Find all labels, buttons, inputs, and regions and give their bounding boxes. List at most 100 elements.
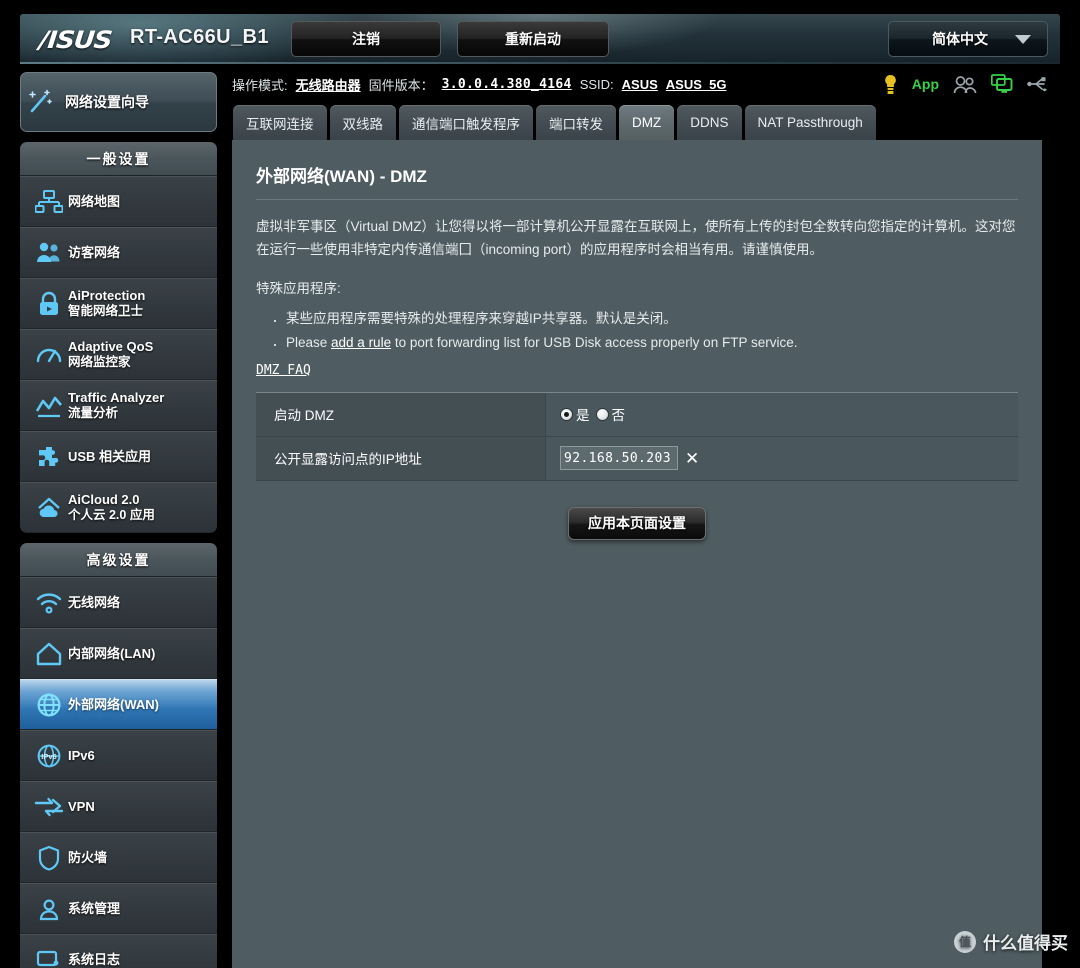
lightbulb-icon[interactable] [883,74,898,95]
vpn-icon [30,794,68,820]
note-text-before: Please [286,334,332,350]
sidebar-item-lan[interactable]: 内部网络(LAN) [20,628,217,679]
devices-icon[interactable] [991,74,1013,94]
sidebar-item-label-sub: 流量分析 [68,405,119,420]
sidebar-item-ipv6[interactable]: IPv6 IPv6 [20,730,217,781]
app-label-icon[interactable]: App [912,76,939,92]
clear-x-icon[interactable]: ✕ [685,450,699,467]
sidebar-item-firewall[interactable]: 防火墙 [20,832,217,883]
network-setup-wizard-button[interactable]: 网络设置向导 [20,72,217,132]
sidebar-item-label: 无线网络 [68,594,121,610]
radio-yes-label: 是 [576,408,590,424]
radio-no-icon[interactable] [595,407,609,421]
enable-dmz-radio-no[interactable]: 否 [595,404,626,424]
gauge-icon [30,342,68,368]
sidebar-item-label: 网络地图 [68,193,121,209]
router-model-name: RT-AC66U_B1 [130,26,269,48]
sidebar-item-label: 内部网络(LAN) [68,645,156,661]
watermark: 值 什么值得买 [954,929,1068,954]
enable-dmz-value: 是 否 [546,392,1018,436]
add-a-rule-link[interactable]: add a rule [331,335,391,350]
ipv6-globe-icon: IPv6 [30,743,68,769]
home-icon [30,641,68,667]
magic-wand-icon [21,87,59,117]
sidebar-item-system-log[interactable]: 系统日志 [20,934,217,968]
ssid-2g-value[interactable]: ASUS [622,77,658,92]
dmz-settings-panel: 外部网络(WAN) - DMZ 虚拟非军事区（Virtual DMZ）让您得以将… [232,140,1042,968]
tab-dual-wan[interactable]: 双线路 [329,105,396,140]
sidebar-item-label: AiProtection 智能网络卫士 [68,288,145,318]
svg-text:IPv6: IPv6 [41,752,56,761]
sidebar-item-label-main: Traffic Analyzer [68,390,165,406]
tab-port-trigger[interactable]: 通信端口触发程序 [399,105,533,140]
sidebar-item-label-main: AiProtection [68,288,146,304]
language-selector[interactable]: 简体中文 [888,21,1048,57]
special-applications-heading: 特殊应用程序: [256,281,341,297]
table-row: 启动 DMZ 是 否 [256,392,1018,437]
tab-internet-connection[interactable]: 互联网连接 [233,105,327,140]
chevron-down-icon [1015,34,1031,44]
sidebar-item-label: 外部网络(WAN) [68,696,159,712]
reboot-button[interactable]: 重新启动 [457,21,609,57]
radio-no-label: 否 [611,408,626,424]
list-item: Please add a rule to port forwarding lis… [270,329,1018,360]
watermark-badge: 值 [954,930,976,953]
sidebar-item-label: 访客网络 [68,244,121,260]
network-map-icon [30,189,68,215]
usb-icon[interactable] [1027,76,1050,92]
sidebar-item-label: 系统日志 [68,951,121,967]
sidebar-item-wireless[interactable]: 无线网络 [20,577,217,628]
tab-nat-passthrough[interactable]: NAT Passthrough [744,105,876,140]
logout-button[interactable]: 注销 [291,21,441,57]
sidebar-item-aiprotection[interactable]: AiProtection 智能网络卫士 [20,278,217,329]
radio-yes-icon[interactable] [560,407,573,421]
enable-dmz-radio-yes[interactable]: 是 [560,404,590,424]
sidebar-item-label-main: Adaptive QoS [68,339,154,355]
wifi-icon [30,591,68,615]
firmware-version-value[interactable]: 3.0.0.4.380_4164 [442,77,572,92]
sidebar: 网络设置向导 一般设置 网络地图 访客网络 AiProtection 智能网络卫… [20,72,217,968]
sidebar-item-label: AiCloud 2.0 个人云 2.0 应用 [68,492,155,522]
exposed-ip-input[interactable] [560,446,678,471]
ssid-5g-value[interactable]: ASUS_5G [666,77,727,92]
dmz-form-table: 启动 DMZ 是 否 公开显露访问点的IP地址 92.168.50.203 ✕ [256,391,1018,481]
puzzle-icon [30,444,68,470]
dmz-faq-link[interactable]: DMZ FAQ [256,363,311,378]
tab-port-forwarding[interactable]: 端口转发 [536,105,616,140]
status-infobar: 操作模式: 无线路由器 固件版本： 3.0.0.4.380_4164 SSID:… [232,64,1060,104]
enable-dmz-label: 启动 DMZ [256,392,546,436]
apply-settings-button[interactable]: 应用本页面设置 [568,506,706,540]
globe-icon [30,692,68,718]
sidebar-item-vpn[interactable]: VPN [20,781,217,832]
cloud-icon [30,495,68,521]
menu-group-advanced: 高级设置 无线网络 内部网络(LAN) 外部网络(WAN) IPv6 IPv6 … [20,543,217,968]
clients-icon[interactable] [953,75,977,94]
sidebar-item-label-sub: 网络监控家 [68,354,131,369]
lock-icon [30,291,68,317]
sidebar-item-aicloud[interactable]: AiCloud 2.0 个人云 2.0 应用 [20,482,217,533]
note-text-after: to port forwarding list for USB Disk acc… [391,334,798,350]
operation-mode-value[interactable]: 无线路由器 [296,75,361,94]
sidebar-item-traffic-analyzer[interactable]: Traffic Analyzer 流量分析 [20,380,217,431]
sidebar-item-label-main: AiCloud 2.0 [68,492,140,508]
sidebar-item-label: 防火墙 [68,849,108,865]
tab-dmz[interactable]: DMZ [619,105,675,140]
sidebar-item-guest-network[interactable]: 访客网络 [20,227,217,278]
sidebar-item-label: VPN [68,798,95,814]
sidebar-item-administration[interactable]: 系统管理 [20,883,217,934]
menu-group-advanced-title: 高级设置 [20,543,217,577]
sidebar-item-network-map[interactable]: 网络地图 [20,176,217,227]
sidebar-item-usb-application[interactable]: USB 相关应用 [20,431,217,482]
network-setup-wizard-label: 网络设置向导 [65,94,149,110]
exposed-ip-value: ✕ [546,436,1018,480]
top-banner: /ISUS RT-AC66U_B1 注销 重新启动 简体中文 [20,14,1060,64]
language-selector-value: 简体中文 [932,31,988,47]
title-divider [256,199,1018,200]
sidebar-item-wan[interactable]: 外部网络(WAN) [20,679,217,730]
sidebar-item-label-sub: 智能网络卫士 [68,303,144,318]
apply-button-row: 应用本页面设置 [256,506,1018,540]
asus-logo: /ISUS [37,26,113,54]
sidebar-item-adaptive-qos[interactable]: Adaptive QoS 网络监控家 [20,329,217,380]
tab-ddns[interactable]: DDNS [677,105,742,140]
exposed-ip-field-wrap: ✕ [560,446,699,471]
